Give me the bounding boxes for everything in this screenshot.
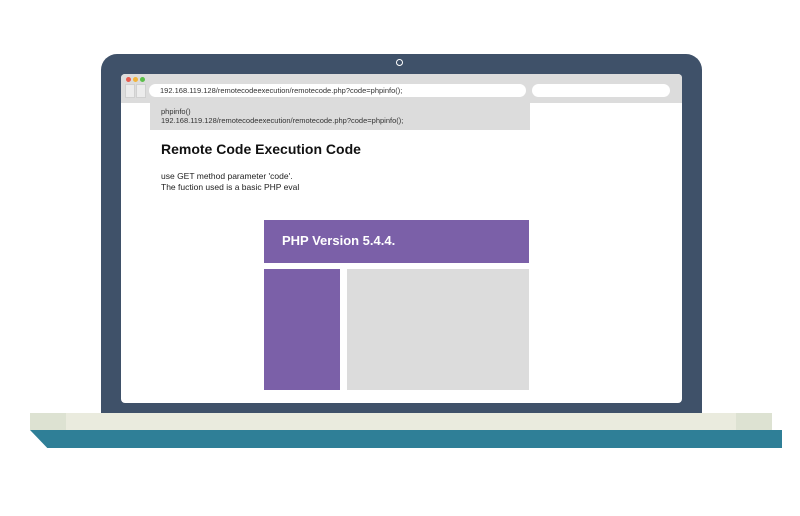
autocomplete-dropdown[interactable]: phpinfo() 192.168.119.128/remotecodeexec… [150, 103, 530, 130]
phpinfo-header: PHP Version 5.4.4. [264, 220, 529, 263]
php-version-label: PHP Version 5.4.4. [282, 233, 396, 248]
phpinfo-content [347, 269, 529, 390]
camera-icon [396, 59, 403, 66]
address-bar[interactable]: 192.168.119.128/remotecodeexecution/remo… [149, 84, 526, 97]
suggestion-query[interactable]: phpinfo() [161, 107, 530, 116]
laptop-base-edge [30, 430, 782, 448]
browser-toolbar: 192.168.119.128/remotecodeexecution/remo… [121, 74, 682, 103]
forward-button[interactable] [136, 84, 146, 98]
page-title: Remote Code Execution Code [161, 141, 361, 157]
laptop-base-hinge [66, 413, 736, 430]
suggestion-url[interactable]: 192.168.119.128/remotecodeexecution/remo… [161, 116, 530, 125]
description-line-1: use GET method parameter 'code'. [161, 171, 293, 181]
back-button[interactable] [125, 84, 135, 98]
maximize-dot-icon[interactable] [140, 77, 145, 82]
laptop-screen: 192.168.119.128/remotecodeexecution/remo… [121, 74, 682, 403]
phpinfo-sidebar [264, 269, 340, 390]
close-dot-icon[interactable] [126, 77, 131, 82]
minimize-dot-icon[interactable] [133, 77, 138, 82]
description-line-2: The fuction used is a basic PHP eval [161, 182, 300, 192]
search-bar[interactable] [532, 84, 670, 97]
